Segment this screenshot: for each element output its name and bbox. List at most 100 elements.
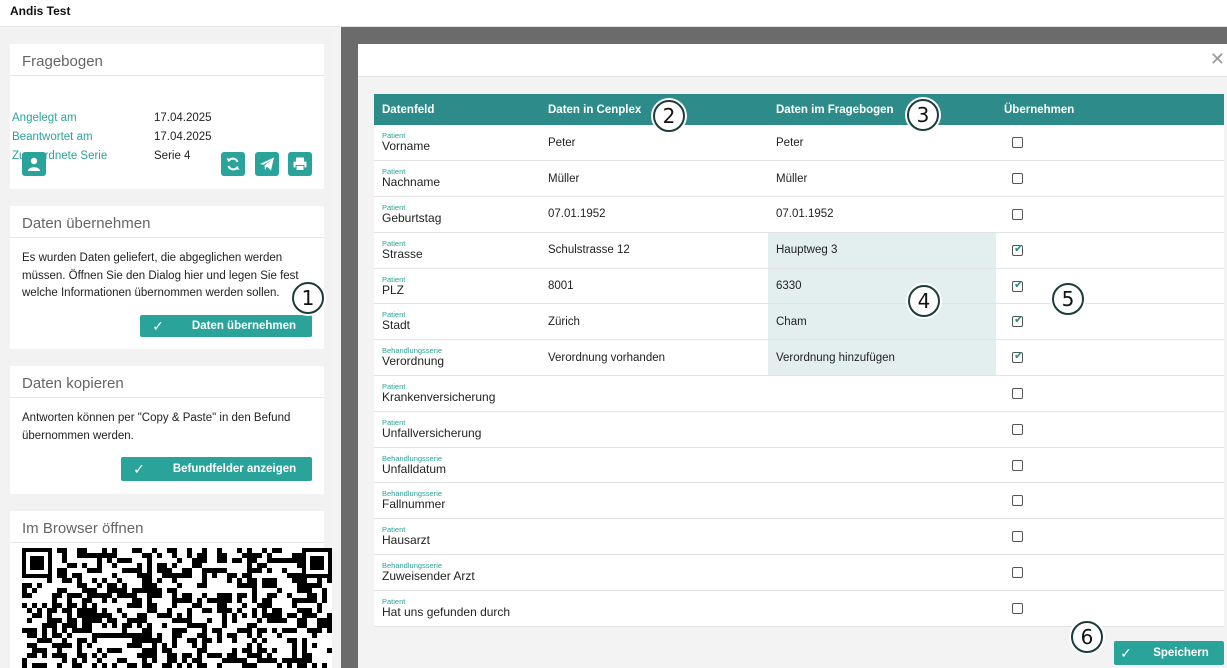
- uebernehmen-checkbox[interactable]: [1012, 349, 1023, 364]
- datenfeld-cell: Patient Stadt: [374, 304, 540, 340]
- col-header-uebernehmen: Übernehmen: [1004, 103, 1075, 116]
- uebernehmen-checkbox[interactable]: [1012, 531, 1023, 543]
- datenfeld-cell: Patient Strasse: [374, 232, 540, 268]
- uebernehmen-checkbox[interactable]: [1012, 137, 1023, 149]
- field-name: Unfalldatum: [382, 461, 447, 476]
- callout-badge-1: 1: [292, 282, 324, 314]
- speichern-button[interactable]: ✓ Speichern: [1114, 641, 1224, 665]
- send-button[interactable]: [255, 152, 279, 176]
- refresh-icon: [226, 157, 240, 171]
- daten-uebernehmen-card: Daten übernehmen Es wurden Daten geliefe…: [10, 206, 324, 349]
- uebernehmen-cell: [996, 161, 1224, 197]
- field-name: Krankenversicherung: [382, 389, 496, 404]
- datenfeld-cell: Patient Krankenversicherung: [374, 376, 540, 412]
- browser-card: Im Browser öffnen: [10, 511, 332, 668]
- uebernehmen-checkbox[interactable]: [1012, 495, 1023, 507]
- table-row: Patient Hat uns gefunden durch: [374, 590, 1224, 627]
- sidebar: Fragebogen Daten übernehmen Es wurden Da…: [0, 27, 333, 668]
- uebernehmen-checkbox[interactable]: [1012, 278, 1023, 292]
- datenfeld-cell: Behandlungsserie Unfalldatum: [374, 447, 540, 483]
- refresh-button[interactable]: [221, 152, 245, 176]
- check-icon: ✓: [133, 460, 145, 477]
- uebernehmen-checkbox[interactable]: [1012, 423, 1023, 435]
- qr-code[interactable]: [22, 548, 332, 668]
- uebernehmen-checkbox[interactable]: [1012, 566, 1023, 578]
- befundfelder-anzeigen-button[interactable]: ✓ Befundfelder anzeigen: [121, 457, 312, 481]
- info-row-angelegt: Angelegt am 17.04.2025: [12, 112, 212, 124]
- daten-uebernehmen-text: Es wurden Daten geliefert, die abgeglich…: [22, 252, 299, 299]
- close-icon[interactable]: ✕: [1210, 49, 1225, 70]
- col-header-fragebogen: Daten im Fragebogen: [776, 103, 894, 116]
- print-button[interactable]: [288, 152, 312, 176]
- callout-badge-4: 4: [908, 285, 940, 317]
- cenplex-value-cell: Zürich: [548, 315, 580, 328]
- uebernehmen-checkbox[interactable]: [1012, 173, 1023, 185]
- cenplex-value-cell: [540, 483, 768, 519]
- datenfeld-cell: Patient Nachname: [374, 161, 540, 197]
- check-icon: ✓: [152, 317, 164, 334]
- cenplex-value-cell: [540, 447, 768, 483]
- uebernehmen-cell: [996, 411, 1224, 447]
- patient-button[interactable]: [22, 152, 46, 176]
- uebernehmen-cell: [996, 376, 1224, 412]
- uebernehmen-checkbox[interactable]: [1012, 208, 1023, 220]
- table-row: Patient Hausarzt: [374, 519, 1224, 555]
- cenplex-value-cell: [540, 590, 768, 626]
- field-name: Verordnung: [382, 354, 445, 369]
- uebernehmen-cell: [996, 555, 1224, 591]
- fragebogen-value-cell: [768, 555, 996, 591]
- uebernehmen-cell: [996, 590, 1224, 626]
- datenfeld-cell: Patient Vorname: [374, 125, 540, 161]
- fragebogen-value-cell: [768, 483, 996, 519]
- dialog-header: ✕: [358, 44, 1227, 77]
- app-title: Andis Test: [10, 4, 71, 18]
- fragebogen-value-cell: Hauptweg 3: [768, 232, 996, 269]
- callout-badge-2: 2: [653, 100, 685, 132]
- fragebogen-value-cell: 07.01.1952: [776, 208, 834, 221]
- table-row: Patient Strasse Schulstrasse 12 Hauptweg 3: [374, 232, 1224, 269]
- daten-kopieren-text: Antworten können per "Copy & Paste" in d…: [22, 412, 291, 442]
- cenplex-value-cell: [540, 519, 768, 555]
- field-name: Stadt: [382, 318, 411, 333]
- uebernehmen-cell: [996, 197, 1224, 233]
- fragebogen-value-cell: [768, 590, 996, 626]
- fragebogen-value-cell: [768, 519, 996, 555]
- table-row: Patient Geburtstag 07.01.1952 07.01.1952: [374, 197, 1224, 233]
- cenplex-value-cell: 8001: [548, 280, 574, 293]
- uebernehmen-cell: [996, 268, 1224, 304]
- cenplex-value-cell: 07.01.1952: [548, 208, 606, 221]
- table-row: Patient Nachname Müller Müller: [374, 161, 1224, 197]
- cenplex-value-cell: [540, 411, 768, 447]
- print-icon: [293, 157, 307, 171]
- info-row-beantwortet: Beantwortet am 17.04.2025: [12, 131, 212, 143]
- fragebogen-value-cell: 6330: [768, 268, 996, 304]
- col-header-datenfeld: Datenfeld: [382, 103, 435, 116]
- uebernehmen-checkbox[interactable]: [1012, 313, 1023, 328]
- table-row: Patient Unfallversicherung: [374, 411, 1224, 448]
- callout-badge-3: 3: [907, 99, 939, 131]
- callout-badge-6: 6: [1071, 621, 1103, 653]
- uebernehmen-cell: [996, 519, 1224, 555]
- uebernehmen-checkbox[interactable]: [1012, 387, 1023, 399]
- daten-kopieren-title: Daten kopieren: [10, 366, 324, 398]
- uebernehmen-checkbox[interactable]: [1012, 459, 1023, 471]
- uebernehmen-checkbox[interactable]: [1012, 602, 1023, 614]
- daten-uebernehmen-title: Daten übernehmen: [10, 206, 324, 238]
- table-row: Patient Krankenversicherung: [374, 376, 1224, 412]
- uebernehmen-cell: [996, 125, 1224, 161]
- datenfeld-cell: Patient PLZ: [374, 268, 540, 304]
- cenplex-value-cell: Müller: [548, 172, 580, 185]
- uebernehmen-checkbox[interactable]: [1012, 242, 1023, 256]
- table-row: Behandlungsserie Verordnung Verordnung vor…: [374, 339, 1224, 376]
- uebernehmen-cell: [996, 232, 1224, 268]
- datenfeld-cell: Patient Geburtstag: [374, 197, 540, 233]
- daten-uebernehmen-dialog: ✕ Datenfeld Daten in Cenplex Daten im Fr…: [358, 44, 1227, 668]
- field-name: Hat uns gefunden durch: [382, 604, 511, 619]
- table-row: Patient PLZ 8001 6330: [374, 268, 1224, 304]
- datenfeld-cell: Patient Hat uns gefunden durch: [374, 590, 540, 626]
- uebernehmen-cell: [996, 340, 1224, 376]
- field-name: Unfallversicherung: [382, 425, 482, 440]
- datenfeld-cell: Patient Unfallversicherung: [374, 411, 540, 447]
- table-row: Patient Vorname Peter Peter: [374, 125, 1224, 161]
- daten-uebernehmen-button[interactable]: ✓ Daten übernehmen: [140, 315, 312, 337]
